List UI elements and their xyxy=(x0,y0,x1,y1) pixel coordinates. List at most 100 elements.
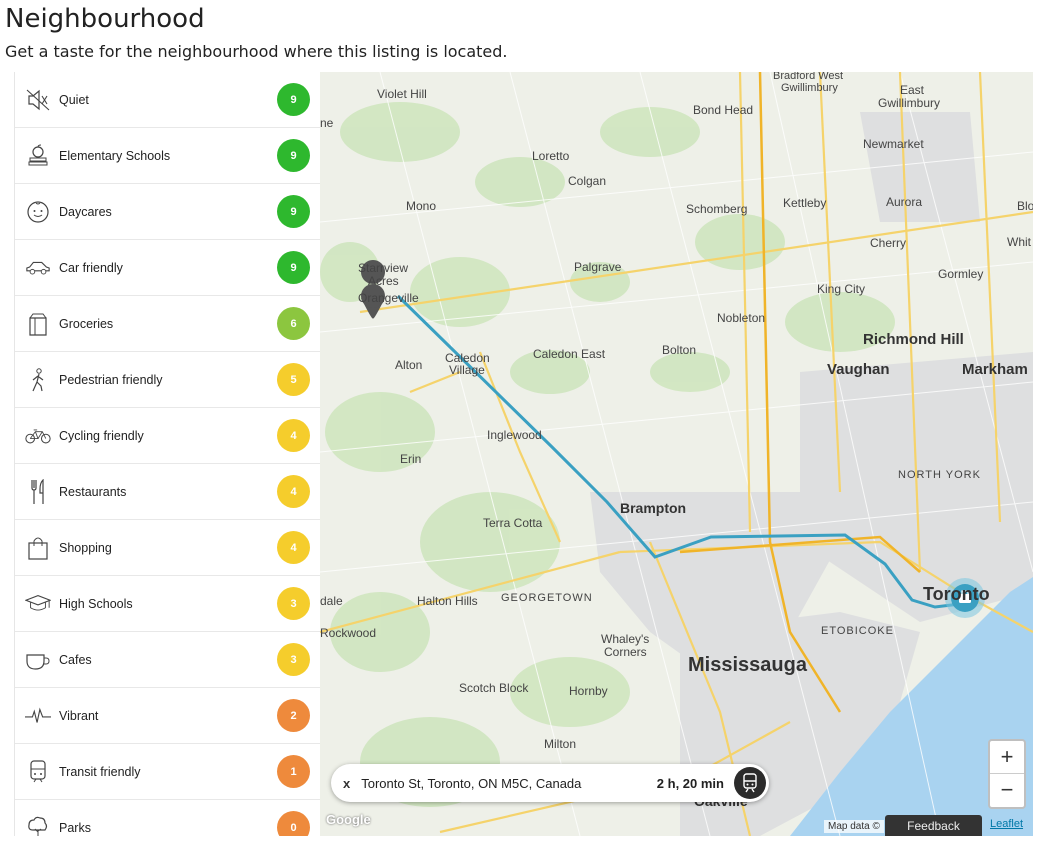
shopping-bag-icon xyxy=(25,535,51,561)
category-row-groceries[interactable]: Groceries 6 xyxy=(15,296,321,352)
score-badge: 3 xyxy=(277,587,310,620)
category-row-high-schools[interactable]: High Schools 3 xyxy=(15,576,321,632)
walking-person-icon xyxy=(25,367,51,393)
map-label: Blo xyxy=(1017,199,1033,213)
train-icon xyxy=(25,759,51,785)
coffee-cup-icon xyxy=(25,647,51,673)
page-subtitle: Get a taste for the neighbourhood where … xyxy=(5,42,508,61)
category-row-vibrant[interactable]: Vibrant 2 xyxy=(15,688,321,744)
map-label: Palgrave xyxy=(574,260,622,274)
category-label: Car friendly xyxy=(59,260,123,275)
zoom-control: + − xyxy=(988,739,1026,809)
baby-face-icon xyxy=(25,199,51,225)
route-summary: x Toronto St, Toronto, ON M5C, Canada 2 … xyxy=(331,764,769,802)
map-label: Bond Head xyxy=(693,103,754,117)
category-label: Parks xyxy=(59,820,91,835)
category-label: Elementary Schools xyxy=(59,148,171,163)
map-label: Orangeville xyxy=(358,291,419,305)
score-badge: 4 xyxy=(277,419,310,452)
score-badge: 4 xyxy=(277,475,310,508)
map-label: Gwillimbury xyxy=(878,96,941,110)
map-label: GEORGETOWN xyxy=(501,592,593,604)
neighbourhood-map[interactable]: ne Violet Hill Bradford West Gwillimbury… xyxy=(320,72,1033,836)
category-row-car-friendly[interactable]: Car friendly 9 xyxy=(15,240,321,296)
map-label: Bolton xyxy=(662,343,697,357)
score-badge: 6 xyxy=(277,307,310,340)
category-row-elementary-schools[interactable]: Elementary Schools 9 xyxy=(15,128,321,184)
map-label: Caledon East xyxy=(533,347,606,361)
map-label: ne xyxy=(320,116,334,130)
score-badge: 0 xyxy=(277,811,310,836)
category-label: Cafes xyxy=(59,652,92,667)
zoom-out-button[interactable]: − xyxy=(990,774,1024,806)
category-row-cafes[interactable]: Cafes 3 xyxy=(15,632,321,688)
map-label: Richmond Hill xyxy=(863,331,964,348)
car-icon xyxy=(25,255,51,281)
category-row-pedestrian-friendly[interactable]: Pedestrian friendly 5 xyxy=(15,352,321,408)
category-label: Quiet xyxy=(59,92,89,107)
score-badge: 9 xyxy=(277,83,310,116)
zoom-in-button[interactable]: + xyxy=(990,741,1024,774)
train-icon[interactable] xyxy=(734,767,766,799)
apple-books-icon xyxy=(25,143,51,169)
score-badge: 4 xyxy=(277,531,310,564)
map-label: Colgan xyxy=(568,174,607,188)
fork-knife-icon xyxy=(25,478,51,505)
score-badge: 3 xyxy=(277,643,310,676)
leaflet-link[interactable]: Leaflet xyxy=(990,818,1023,830)
map-label: Village xyxy=(449,363,485,377)
page-title: Neighbourhood xyxy=(5,4,205,34)
map-label: Brampton xyxy=(620,500,687,516)
map-tiles xyxy=(320,72,1033,836)
map-label: Aurora xyxy=(886,195,923,209)
category-label: Groceries xyxy=(59,316,114,331)
route-duration: 2 h, 20 min xyxy=(656,775,724,791)
category-label: High Schools xyxy=(59,596,133,611)
map-label: Mono xyxy=(406,199,437,213)
map-label: Inglewood xyxy=(487,428,542,442)
map-label: Vaughan xyxy=(827,361,890,378)
map-label: Erin xyxy=(400,452,422,466)
map-label: King City xyxy=(817,282,866,296)
score-badge: 1 xyxy=(277,755,310,788)
category-row-transit-friendly[interactable]: Transit friendly 1 xyxy=(15,744,321,800)
heartbeat-icon xyxy=(25,703,51,729)
score-badge: 9 xyxy=(277,139,310,172)
map-label: Scotch Block xyxy=(459,681,529,695)
score-badge: 5 xyxy=(277,363,310,396)
map-attribution: Map data © xyxy=(824,820,884,833)
category-row-cycling-friendly[interactable]: Cycling friendly 4 xyxy=(15,408,321,464)
map-label: Newmarket xyxy=(863,137,924,151)
map-label: Cherry xyxy=(870,236,907,250)
close-route-button[interactable]: x xyxy=(343,776,350,791)
map-label: Hornby xyxy=(569,684,608,698)
map-label: Violet Hill xyxy=(377,87,427,101)
category-row-restaurants[interactable]: Restaurants 4 xyxy=(15,464,321,520)
map-label: ETOBICOKE xyxy=(821,625,894,637)
category-label: Daycares xyxy=(59,204,112,219)
map-label: Corners xyxy=(604,645,647,659)
feedback-button[interactable]: Feedback xyxy=(885,815,982,836)
category-row-parks[interactable]: Parks 0 xyxy=(15,800,321,836)
map-label: Markham xyxy=(962,361,1028,378)
category-row-daycares[interactable]: Daycares 9 xyxy=(15,184,321,240)
category-row-shopping[interactable]: Shopping 4 xyxy=(15,520,321,576)
grocery-bag-icon xyxy=(25,311,51,337)
map-label: Loretto xyxy=(532,149,570,163)
category-label: Transit friendly xyxy=(59,764,141,779)
map-label: dale xyxy=(320,594,343,608)
map-label: Halton Hills xyxy=(417,594,478,608)
category-row-quiet[interactable]: Quiet 9 xyxy=(15,72,321,128)
score-badge: 9 xyxy=(277,195,310,228)
graduation-cap-icon xyxy=(25,591,51,617)
map-label: Whit xyxy=(1007,235,1031,249)
map-label: NORTH YORK xyxy=(898,469,981,481)
category-label: Pedestrian friendly xyxy=(59,372,163,387)
score-badge: 9 xyxy=(277,251,310,284)
bicycle-icon xyxy=(25,423,51,449)
speaker-muted-icon xyxy=(25,87,51,113)
map-label: Bradford West xyxy=(773,72,844,82)
map-label: Toronto xyxy=(923,584,990,604)
map-label: Gwillimbury xyxy=(781,82,838,94)
map-label: East xyxy=(900,83,925,97)
